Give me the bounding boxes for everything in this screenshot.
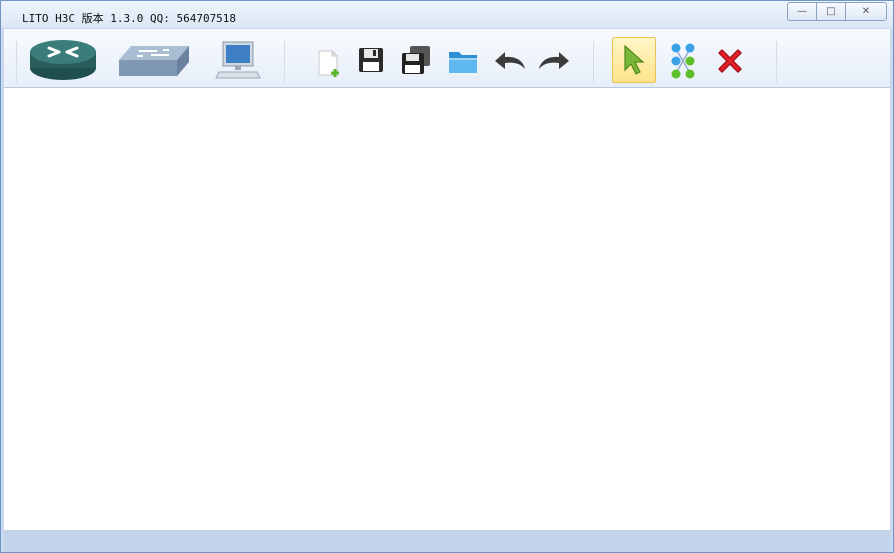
toolbar-separator xyxy=(16,41,18,83)
select-tool-button[interactable] xyxy=(612,37,656,83)
switch-icon xyxy=(119,46,189,76)
close-button[interactable]: ✕ xyxy=(845,2,887,21)
router-icon xyxy=(30,40,96,80)
title-bar[interactable]: LITO H3C 版本 1.3.0 QQ: 564707518 — □ ✕ xyxy=(1,1,893,28)
status-bar xyxy=(4,530,890,552)
save-button[interactable] xyxy=(354,45,388,75)
connect-icon xyxy=(671,43,695,79)
pc-icon xyxy=(215,41,261,79)
undo-icon xyxy=(495,52,525,69)
connect-tool-button[interactable] xyxy=(664,41,702,81)
app-window: LITO H3C 版本 1.3.0 QQ: 564707518 — □ ✕ xyxy=(0,0,894,553)
open-folder-icon xyxy=(449,52,477,73)
close-icon: ✕ xyxy=(861,6,871,17)
toolbar-separator xyxy=(284,41,286,83)
save-as-icon xyxy=(402,46,430,74)
toolbar xyxy=(4,29,890,88)
save-as-button[interactable] xyxy=(398,43,434,77)
redo-button[interactable] xyxy=(536,47,574,75)
pc-tool-button[interactable] xyxy=(214,39,262,83)
redo-icon xyxy=(539,52,569,69)
switch-tool-button[interactable] xyxy=(116,43,192,79)
save-icon xyxy=(359,48,383,72)
toolbar-separator xyxy=(593,41,595,83)
select-arrow-icon xyxy=(624,44,645,75)
new-file-icon xyxy=(318,49,339,77)
restore-icon: □ xyxy=(826,6,836,17)
open-folder-button[interactable] xyxy=(444,45,482,77)
delete-tool-button[interactable] xyxy=(710,41,750,81)
delete-icon xyxy=(718,49,742,73)
toolbar-separator xyxy=(776,41,778,83)
minimize-icon: — xyxy=(797,6,807,17)
router-tool-button[interactable] xyxy=(28,37,98,83)
new-file-button[interactable] xyxy=(310,45,346,79)
window-title: LITO H3C 版本 1.3.0 QQ: 564707518 xyxy=(22,12,237,25)
topology-canvas[interactable] xyxy=(4,88,890,530)
window-controls: — □ ✕ xyxy=(787,2,887,21)
restore-button[interactable]: □ xyxy=(816,2,846,21)
minimize-button[interactable]: — xyxy=(787,2,817,21)
undo-button[interactable] xyxy=(490,47,528,75)
